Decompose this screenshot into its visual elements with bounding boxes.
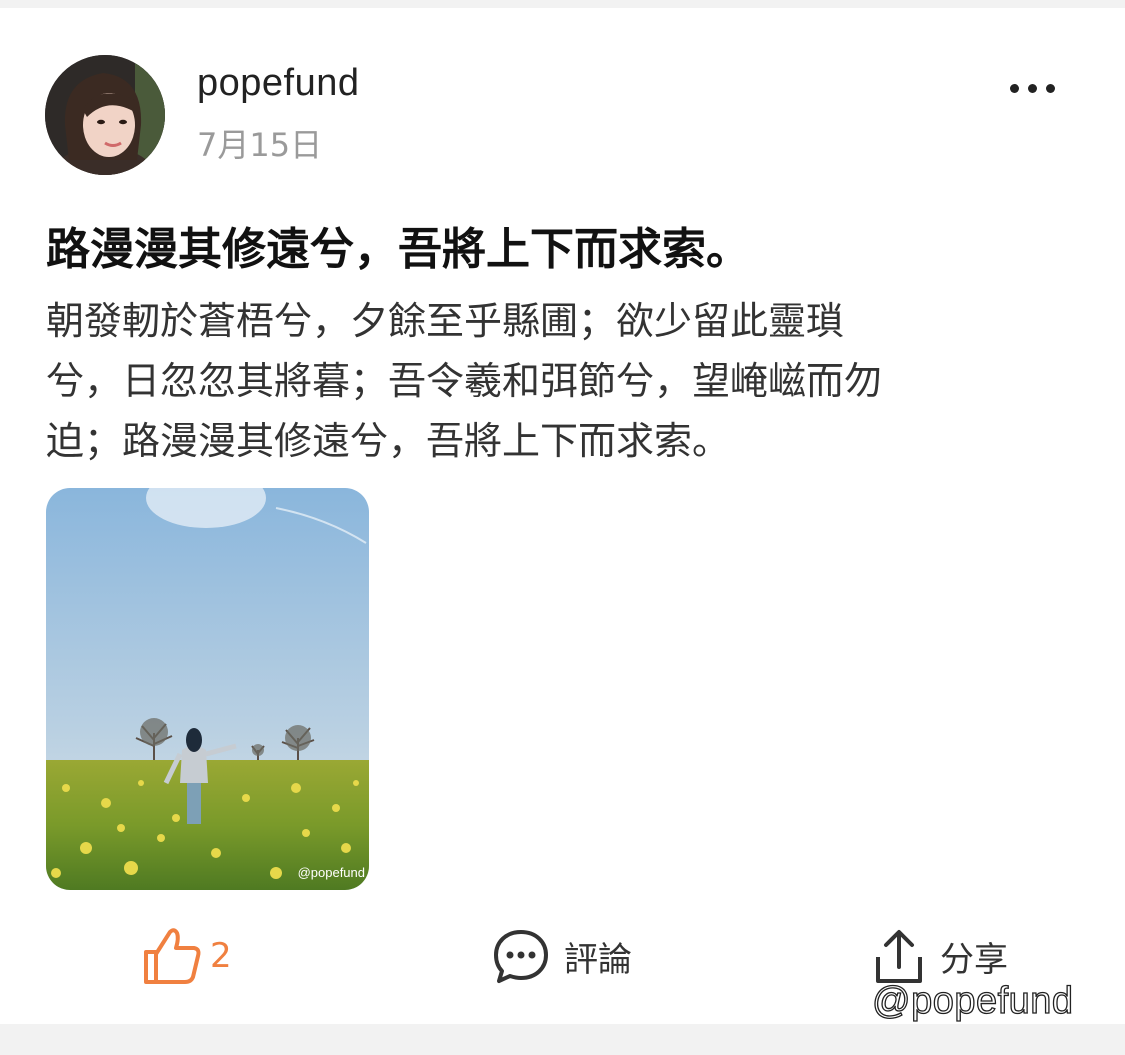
post-date: 7月15日 <box>197 126 323 164</box>
dot <box>1010 83 1019 93</box>
username[interactable]: popefund <box>197 62 360 105</box>
comment-label: 評論 <box>564 939 632 980</box>
like-count: 2 <box>210 936 232 976</box>
avatar[interactable] <box>45 55 165 175</box>
dot <box>1028 83 1037 93</box>
post-card: popefund 7月15日 路漫漫其修遠兮，吾將上下而求索。 朝發軔於蒼梧兮，… <box>0 8 1125 1024</box>
dot <box>1046 83 1055 93</box>
weibo-watermark: @popefund <box>871 979 1074 1022</box>
share-upload-icon <box>876 930 922 983</box>
post-body-line: 朝發軔於蒼梧兮，夕餘至乎縣圃；欲少留此靈瑣 <box>46 299 845 343</box>
comment-button[interactable]: 評論 <box>492 926 632 986</box>
post-body-line: 迫；路漫漫其修遠兮，吾將上下而求索。 <box>46 419 731 463</box>
post-body: 朝發軔於蒼梧兮，夕餘至乎縣圃；欲少留此靈瑣 兮，日忽忽其將暮；吾令羲和弭節兮，望… <box>46 291 1066 471</box>
like-button[interactable]: 2 <box>140 926 232 986</box>
share-button[interactable]: 分享 <box>872 926 1008 986</box>
comment-bubble-icon <box>494 930 548 983</box>
post-title: 路漫漫其修遠兮，吾將上下而求索。 <box>46 224 750 275</box>
post-body-line: 兮，日忽忽其將暮；吾令羲和弭節兮，望崦嵫而勿 <box>46 359 883 403</box>
image-watermark: @popefund <box>297 865 365 880</box>
post-image[interactable]: @popefund <box>46 488 369 890</box>
more-dots-icon[interactable] <box>1010 78 1070 98</box>
thumbs-up-icon <box>144 928 201 984</box>
share-label: 分享 <box>940 939 1008 980</box>
